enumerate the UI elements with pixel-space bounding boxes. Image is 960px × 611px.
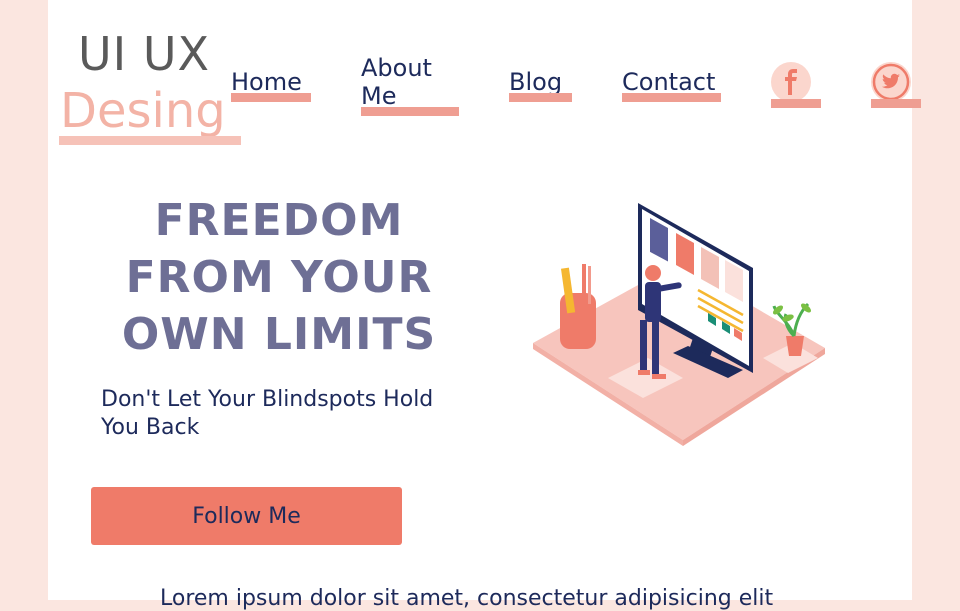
facebook-underline [771,99,821,108]
hero-title-line3: OWN LIMITS [121,309,437,360]
facebook-icon [785,69,797,95]
nav-blog-underline [509,93,572,102]
hero-title: FREEDOM FROM YOUR OWN LIMITS [90,192,468,363]
hero-subtitle-line1: Don't Let Your Blindspots Hold [101,387,434,412]
logo-text-top: UI UX [78,27,211,81]
follow-me-button[interactable]: Follow Me [91,487,402,545]
nav-contact-link[interactable]: Contact [622,68,715,96]
hero-subtitle: Don't Let Your Blindspots Hold You Back [101,386,481,442]
nav-about-underline [361,107,459,116]
nav-home-underline [231,93,311,102]
twitter-button[interactable] [871,62,911,102]
nav-contact-underline [622,93,721,102]
nav-about-line2: Me [361,82,397,110]
nav-about-line1: About [361,54,432,82]
hero-title-line2: FROM YOUR [125,252,433,303]
body-paragraph: Lorem ipsum dolor sit amet, consectetur … [160,586,774,611]
logo-text-bottom: Desing [60,83,226,139]
nav-blog-link[interactable]: Blog [509,68,562,96]
twitter-icon [872,63,910,101]
twitter-underline [871,99,921,108]
hero-title-line1: FREEDOM [154,195,404,246]
logo-underline [59,136,241,145]
hero-illustration [533,203,825,446]
nav-home-link[interactable]: Home [231,68,302,96]
facebook-button[interactable] [771,62,811,102]
nav-about-link[interactable]: About Me [361,54,432,110]
hero-subtitle-line2: You Back [101,415,200,440]
